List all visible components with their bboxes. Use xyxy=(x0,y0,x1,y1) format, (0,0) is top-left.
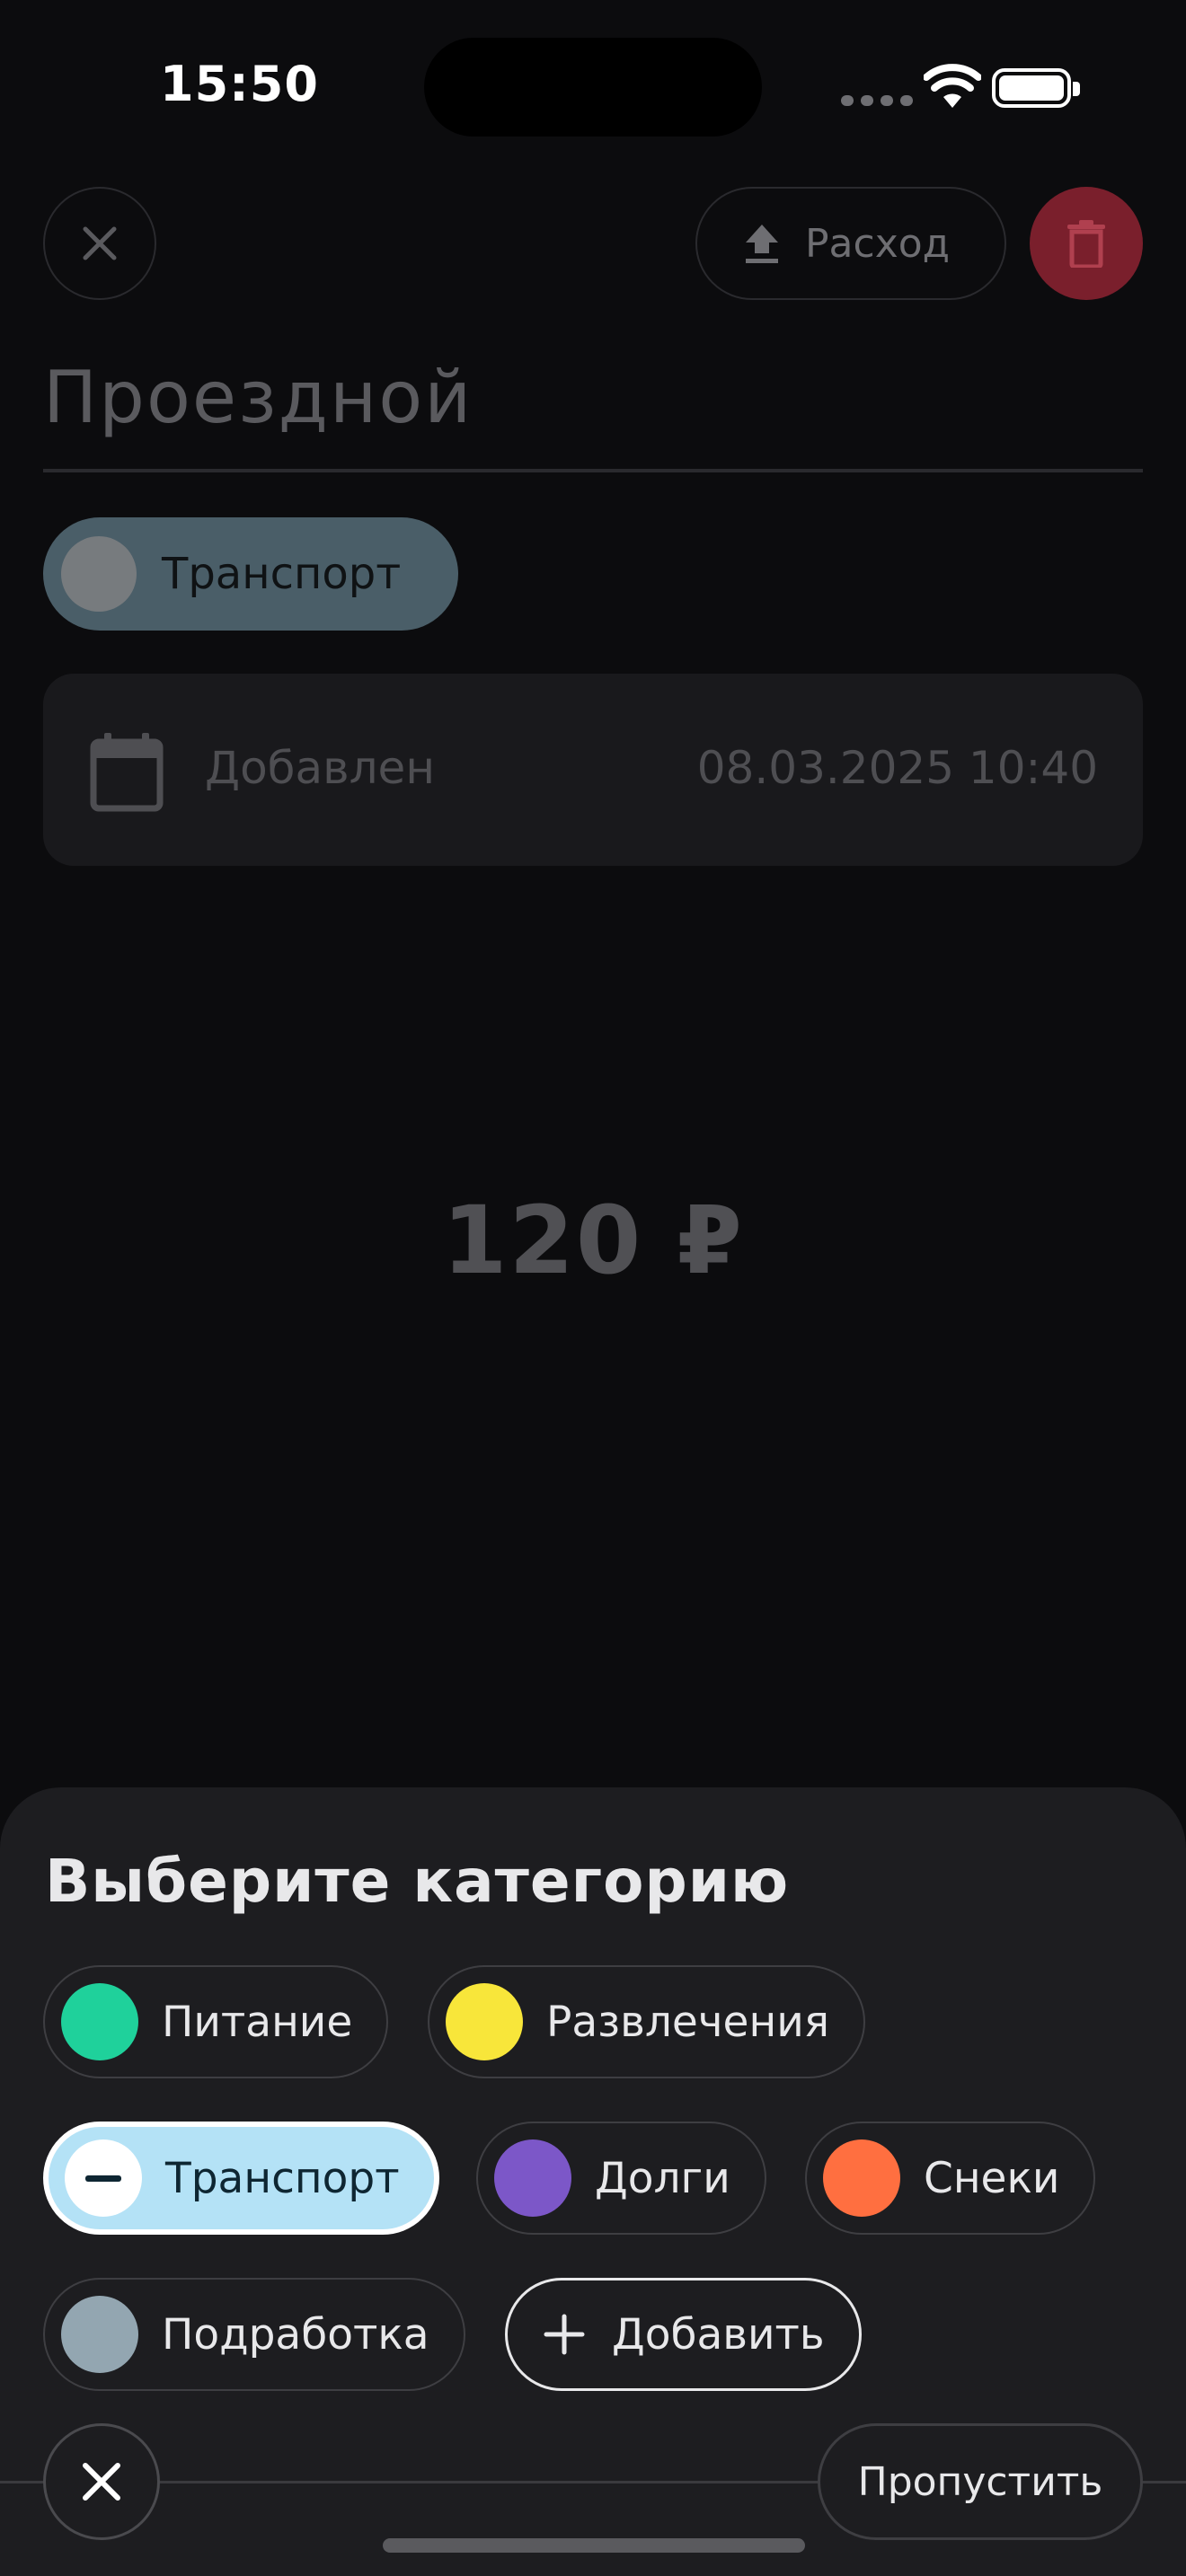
category-chip-entertainment[interactable]: Развлечения xyxy=(428,1965,866,2078)
amount-display[interactable]: 120 ₽ xyxy=(0,1186,1186,1295)
plus-icon xyxy=(544,2314,585,2355)
category-color-dot xyxy=(61,536,137,612)
category-picker-screen: Расход Проездной Транспорт Добавлен 08.0… xyxy=(0,0,1186,2576)
category-chip-label: Транспорт xyxy=(165,2153,400,2203)
add-category-label: Добавить xyxy=(612,2309,825,2360)
close-icon xyxy=(83,2463,120,2501)
add-category-button[interactable]: Добавить xyxy=(505,2278,862,2391)
category-chip-side-job[interactable]: Подработка xyxy=(43,2278,465,2391)
status-time: 15:50 xyxy=(160,56,319,112)
expense-title-input[interactable]: Проездной xyxy=(43,348,1143,472)
expense-type-label: Расход xyxy=(805,220,951,267)
category-chip-food[interactable]: Питание xyxy=(43,1965,389,2078)
close-icon xyxy=(83,226,117,260)
category-color-dot xyxy=(446,1983,523,2060)
category-chip-transport[interactable]: Транспорт xyxy=(43,2122,439,2235)
minus-icon xyxy=(65,2139,142,2217)
close-button[interactable] xyxy=(43,187,156,300)
delete-button[interactable] xyxy=(1030,187,1143,300)
battery-icon xyxy=(992,68,1080,108)
category-color-dot xyxy=(61,2296,138,2373)
category-chip-label: Подработка xyxy=(162,2309,429,2360)
category-chip-label: Долги xyxy=(595,2153,730,2203)
calendar-icon xyxy=(90,733,164,812)
home-indicator[interactable] xyxy=(383,2538,805,2553)
date-card[interactable]: Добавлен 08.03.2025 10:40 xyxy=(43,674,1143,866)
upload-icon xyxy=(746,225,778,263)
date-label: Добавлен xyxy=(205,742,436,794)
category-bottom-sheet: Выберите категорию Питание Развлечения Т… xyxy=(0,1787,1186,2576)
expense-detail-page: Расход Проездной Транспорт Добавлен 08.0… xyxy=(0,0,1186,1796)
category-chip-label: Развлечения xyxy=(546,1997,830,2047)
wifi-icon xyxy=(924,64,981,108)
dynamic-island xyxy=(424,38,762,137)
category-color-dot xyxy=(61,1983,138,2060)
category-chip-debts[interactable]: Долги xyxy=(476,2122,766,2235)
sheet-title: Выберите категорию xyxy=(45,1847,790,1916)
category-chip-label: Снеки xyxy=(924,2153,1060,2203)
current-category-label: Транспорт xyxy=(162,549,402,599)
category-chip-snacks[interactable]: Снеки xyxy=(805,2122,1096,2235)
category-chip-label: Питание xyxy=(162,1997,353,2047)
sheet-close-button[interactable] xyxy=(43,2423,160,2540)
trash-icon xyxy=(1067,220,1105,268)
category-color-dot xyxy=(494,2139,571,2217)
expense-type-button[interactable]: Расход xyxy=(695,187,1006,300)
skip-button[interactable]: Пропустить xyxy=(818,2423,1143,2540)
category-color-dot xyxy=(823,2139,900,2217)
current-category-chip[interactable]: Транспорт xyxy=(43,517,458,631)
date-value: 08.03.2025 10:40 xyxy=(696,742,1098,794)
